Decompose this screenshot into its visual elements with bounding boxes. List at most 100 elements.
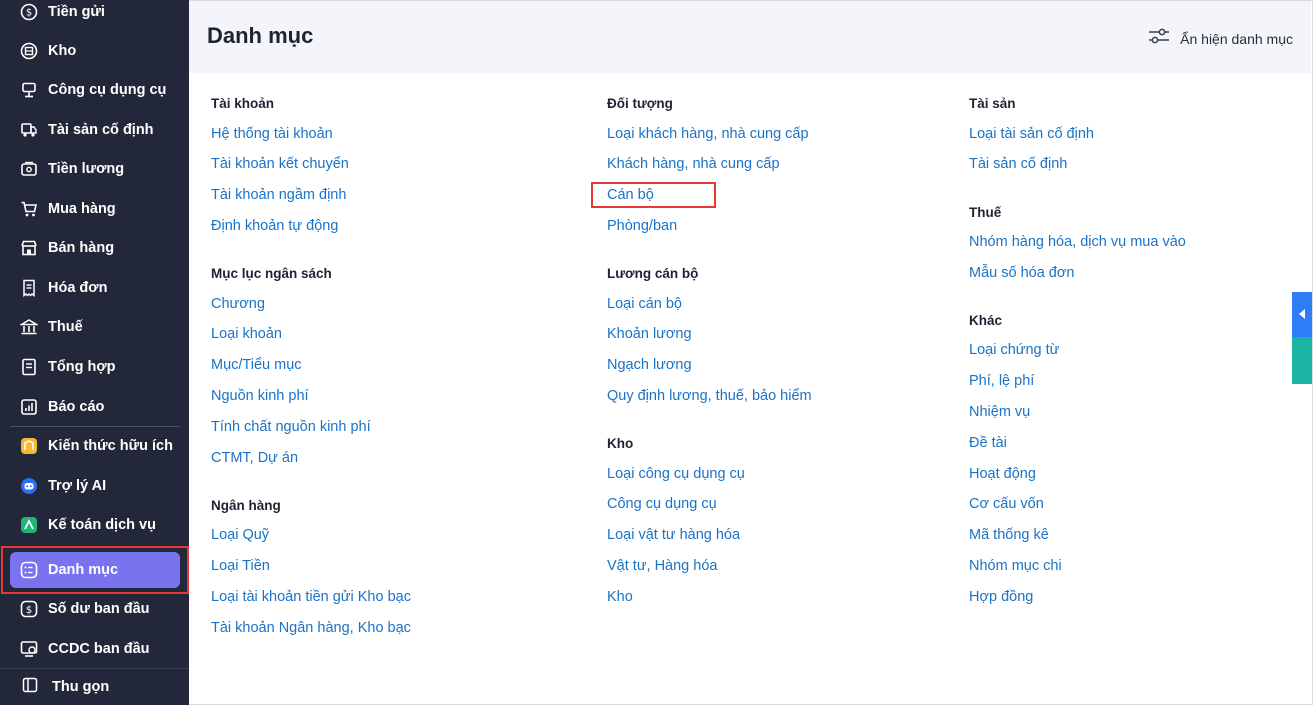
sidebar-item-hoa-don[interactable]: Hóa đơn <box>10 270 180 306</box>
sidebar-item-label: Kho <box>48 43 77 59</box>
link-ngach-luong[interactable]: Ngạch lương <box>607 357 692 373</box>
sidebar-item-tien-gui[interactable]: $ Tiền gửi <box>10 0 180 30</box>
sidebar-item-tro-ly-ai[interactable]: Trợ lý AI <box>10 468 180 504</box>
page-title: Danh mục <box>207 23 314 48</box>
link-phi-le-phi[interactable]: Phí, lệ phí <box>969 373 1034 389</box>
link-loai-vat-tu-hang-hoa[interactable]: Loại vật tư hàng hóa <box>607 527 740 543</box>
link-cong-cu-dung-cu[interactable]: Công cụ dụng cụ <box>607 496 717 512</box>
link-loai-chung-tu[interactable]: Loại chứng từ <box>969 342 1059 358</box>
sidebar-item-kho[interactable]: Kho <box>10 33 180 69</box>
link-tai-san-co-dinh[interactable]: Tài sản cố định <box>969 156 1067 172</box>
link-kho[interactable]: Kho <box>607 589 633 605</box>
annotation-highlight-box <box>1 546 189 594</box>
sidebar-item-label: Tổng hợp <box>48 359 116 375</box>
group-title-tai-san: Tài sản <box>969 96 1016 111</box>
sidebar-item-tien-luong[interactable]: Tiền lương <box>10 151 180 187</box>
tools-icon <box>20 81 38 99</box>
link-he-thong-tai-khoan[interactable]: Hệ thống tài khoản <box>211 126 333 142</box>
svg-text:$: $ <box>26 8 32 19</box>
link-ctmt-du-an[interactable]: CTMT, Dự án <box>211 450 298 466</box>
sidebar-item-label: Mua hàng <box>48 201 116 217</box>
link-phong-ban[interactable]: Phòng/ban <box>607 218 677 234</box>
link-loai-tai-khoan-tien-gui-kho-bac[interactable]: Loại tài khoản tiền gửi Kho bạc <box>211 589 411 605</box>
link-muc-tieu-muc[interactable]: Mục/Tiểu mục <box>211 357 302 373</box>
sidebar-item-label: Hóa đơn <box>48 280 108 296</box>
link-loai-quy[interactable]: Loại Quỹ <box>211 527 269 543</box>
sliders-icon <box>1148 27 1170 50</box>
sidebar-item-label: Báo cáo <box>48 399 105 415</box>
link-tinh-chat-nguon-kinh-phi[interactable]: Tính chất nguồn kinh phí <box>211 419 371 435</box>
link-tai-khoan-ngan-hang-kho-bac[interactable]: Tài khoản Ngân hàng, Kho bạc <box>211 620 411 636</box>
sidebar-item-ke-toan-dich-vu[interactable]: Kế toán dịch vụ <box>10 507 180 543</box>
wallet-icon <box>20 160 38 178</box>
sidebar-item-label: Bán hàng <box>48 240 115 256</box>
link-nhom-hang-hoa-dich-vu-mua-vao[interactable]: Nhóm hàng hóa, dịch vụ mua vào <box>969 234 1186 250</box>
link-dinh-khoan-tu-dong[interactable]: Định khoản tự động <box>211 218 338 234</box>
collapse-icon <box>22 677 38 698</box>
toggle-categories-label: Ẩn hiện danh mục <box>1180 30 1293 47</box>
link-de-tai[interactable]: Đề tài <box>969 435 1007 451</box>
toggle-categories-button[interactable]: Ẩn hiện danh mục <box>1148 27 1293 50</box>
sidebar-item-ccdc-ban-dau[interactable]: CCDC ban đầu <box>10 631 180 667</box>
link-loai-tai-san-co-dinh[interactable]: Loại tài sản cố định <box>969 126 1094 142</box>
link-loai-can-bo[interactable]: Loại cán bộ <box>607 296 682 312</box>
sidebar-item-kien-thuc-huu-ich[interactable]: Kiến thức hữu ích <box>10 428 180 464</box>
knowledge-icon <box>20 437 38 455</box>
link-hoat-dong[interactable]: Hoạt động <box>969 466 1036 482</box>
side-panel-toggle[interactable] <box>1292 292 1312 337</box>
link-loai-tien[interactable]: Loại Tiền <box>211 558 270 574</box>
sidebar-item-mua-hang[interactable]: Mua hàng <box>10 191 180 227</box>
link-nguon-kinh-phi[interactable]: Nguồn kinh phí <box>211 388 309 404</box>
sidebar-divider <box>10 426 180 427</box>
truck-icon <box>20 121 38 139</box>
sidebar-item-label: Thuế <box>48 319 83 335</box>
ai-assistant-icon <box>20 477 38 495</box>
link-quy-dinh-luong-thue-bao-hiem[interactable]: Quy định lương, thuế, bảo hiểm <box>607 388 812 404</box>
main-panel: Danh mục Ẩn hiện danh mục Tài khoản Hệ t… <box>189 0 1313 705</box>
link-chuong[interactable]: Chương <box>211 296 265 312</box>
sidebar-item-label: Tiền lương <box>48 161 125 177</box>
sidebar-item-tai-san-co-dinh[interactable]: Tài sản cố định <box>10 112 180 148</box>
coin-icon: $ <box>20 3 38 21</box>
sidebar-item-thue[interactable]: Thuế <box>10 309 180 345</box>
caret-left-icon <box>1298 306 1306 324</box>
annotation-highlight-box <box>591 182 716 208</box>
balance-icon: $ <box>20 600 38 618</box>
collapse-button[interactable]: Thu gọn <box>0 668 189 705</box>
link-mau-so-hoa-don[interactable]: Mẫu số hóa đơn <box>969 265 1074 281</box>
sidebar-item-ban-hang[interactable]: Bán hàng <box>10 230 180 266</box>
sidebar: $ Tiền gửi Kho Công cụ dụng cụ Tài sản c… <box>0 0 189 705</box>
group-title-doi-tuong: Đối tượng <box>607 96 673 111</box>
sidebar-item-label: Công cụ dụng cụ <box>48 82 167 98</box>
sidebar-item-tong-hop[interactable]: Tổng hợp <box>10 349 180 385</box>
sidebar-item-label: CCDC ban đầu <box>48 641 150 657</box>
link-loai-cong-cu-dung-cu[interactable]: Loại công cụ dụng cụ <box>607 466 745 482</box>
link-nhom-muc-chi[interactable]: Nhóm mục chi <box>969 558 1062 574</box>
sidebar-item-label: Trợ lý AI <box>48 478 107 494</box>
link-tai-khoan-ngam-dinh[interactable]: Tài khoản ngầm định <box>211 187 346 203</box>
cart-icon <box>20 200 38 218</box>
group-title-ngan-hang: Ngân hàng <box>211 498 281 513</box>
side-panel-tab[interactable] <box>1292 337 1312 384</box>
link-khach-hang-nha-cung-cap[interactable]: Khách hàng, nhà cung cấp <box>607 156 780 172</box>
group-title-khac: Khác <box>969 313 1003 328</box>
link-co-cau-von[interactable]: Cơ cấu vốn <box>969 496 1044 512</box>
page-header: Danh mục Ẩn hiện danh mục <box>189 1 1311 73</box>
link-tai-khoan-ket-chuyen[interactable]: Tài khoản kết chuyển <box>211 156 349 172</box>
service-icon <box>20 516 38 534</box>
link-nhiem-vu[interactable]: Nhiệm vụ <box>969 404 1030 420</box>
link-hop-dong[interactable]: Hợp đồng <box>969 589 1033 605</box>
sidebar-item-label: Số dư ban đầu <box>48 601 150 617</box>
warehouse-icon <box>20 42 38 60</box>
sidebar-item-label: Kiến thức hữu ích <box>48 438 173 454</box>
link-loai-khoan[interactable]: Loại khoản <box>211 326 282 342</box>
sidebar-item-cong-cu-dung-cu[interactable]: Công cụ dụng cụ <box>10 72 180 108</box>
link-ma-thong-ke[interactable]: Mã thống kê <box>969 527 1049 543</box>
group-title-tai-khoan: Tài khoản <box>211 96 275 111</box>
link-loai-khach-hang-nha-cung-cap[interactable]: Loại khách hàng, nhà cung cấp <box>607 126 809 142</box>
link-khoan-luong[interactable]: Khoản lương <box>607 326 692 342</box>
sidebar-item-so-du-ban-dau[interactable]: $ Số dư ban đầu <box>10 591 180 627</box>
sidebar-item-bao-cao[interactable]: Báo cáo <box>10 389 180 425</box>
link-vat-tu-hang-hoa[interactable]: Vật tư, Hàng hóa <box>607 558 717 574</box>
group-title-muc-luc-ngan-sach: Mục lục ngân sách <box>211 266 332 281</box>
